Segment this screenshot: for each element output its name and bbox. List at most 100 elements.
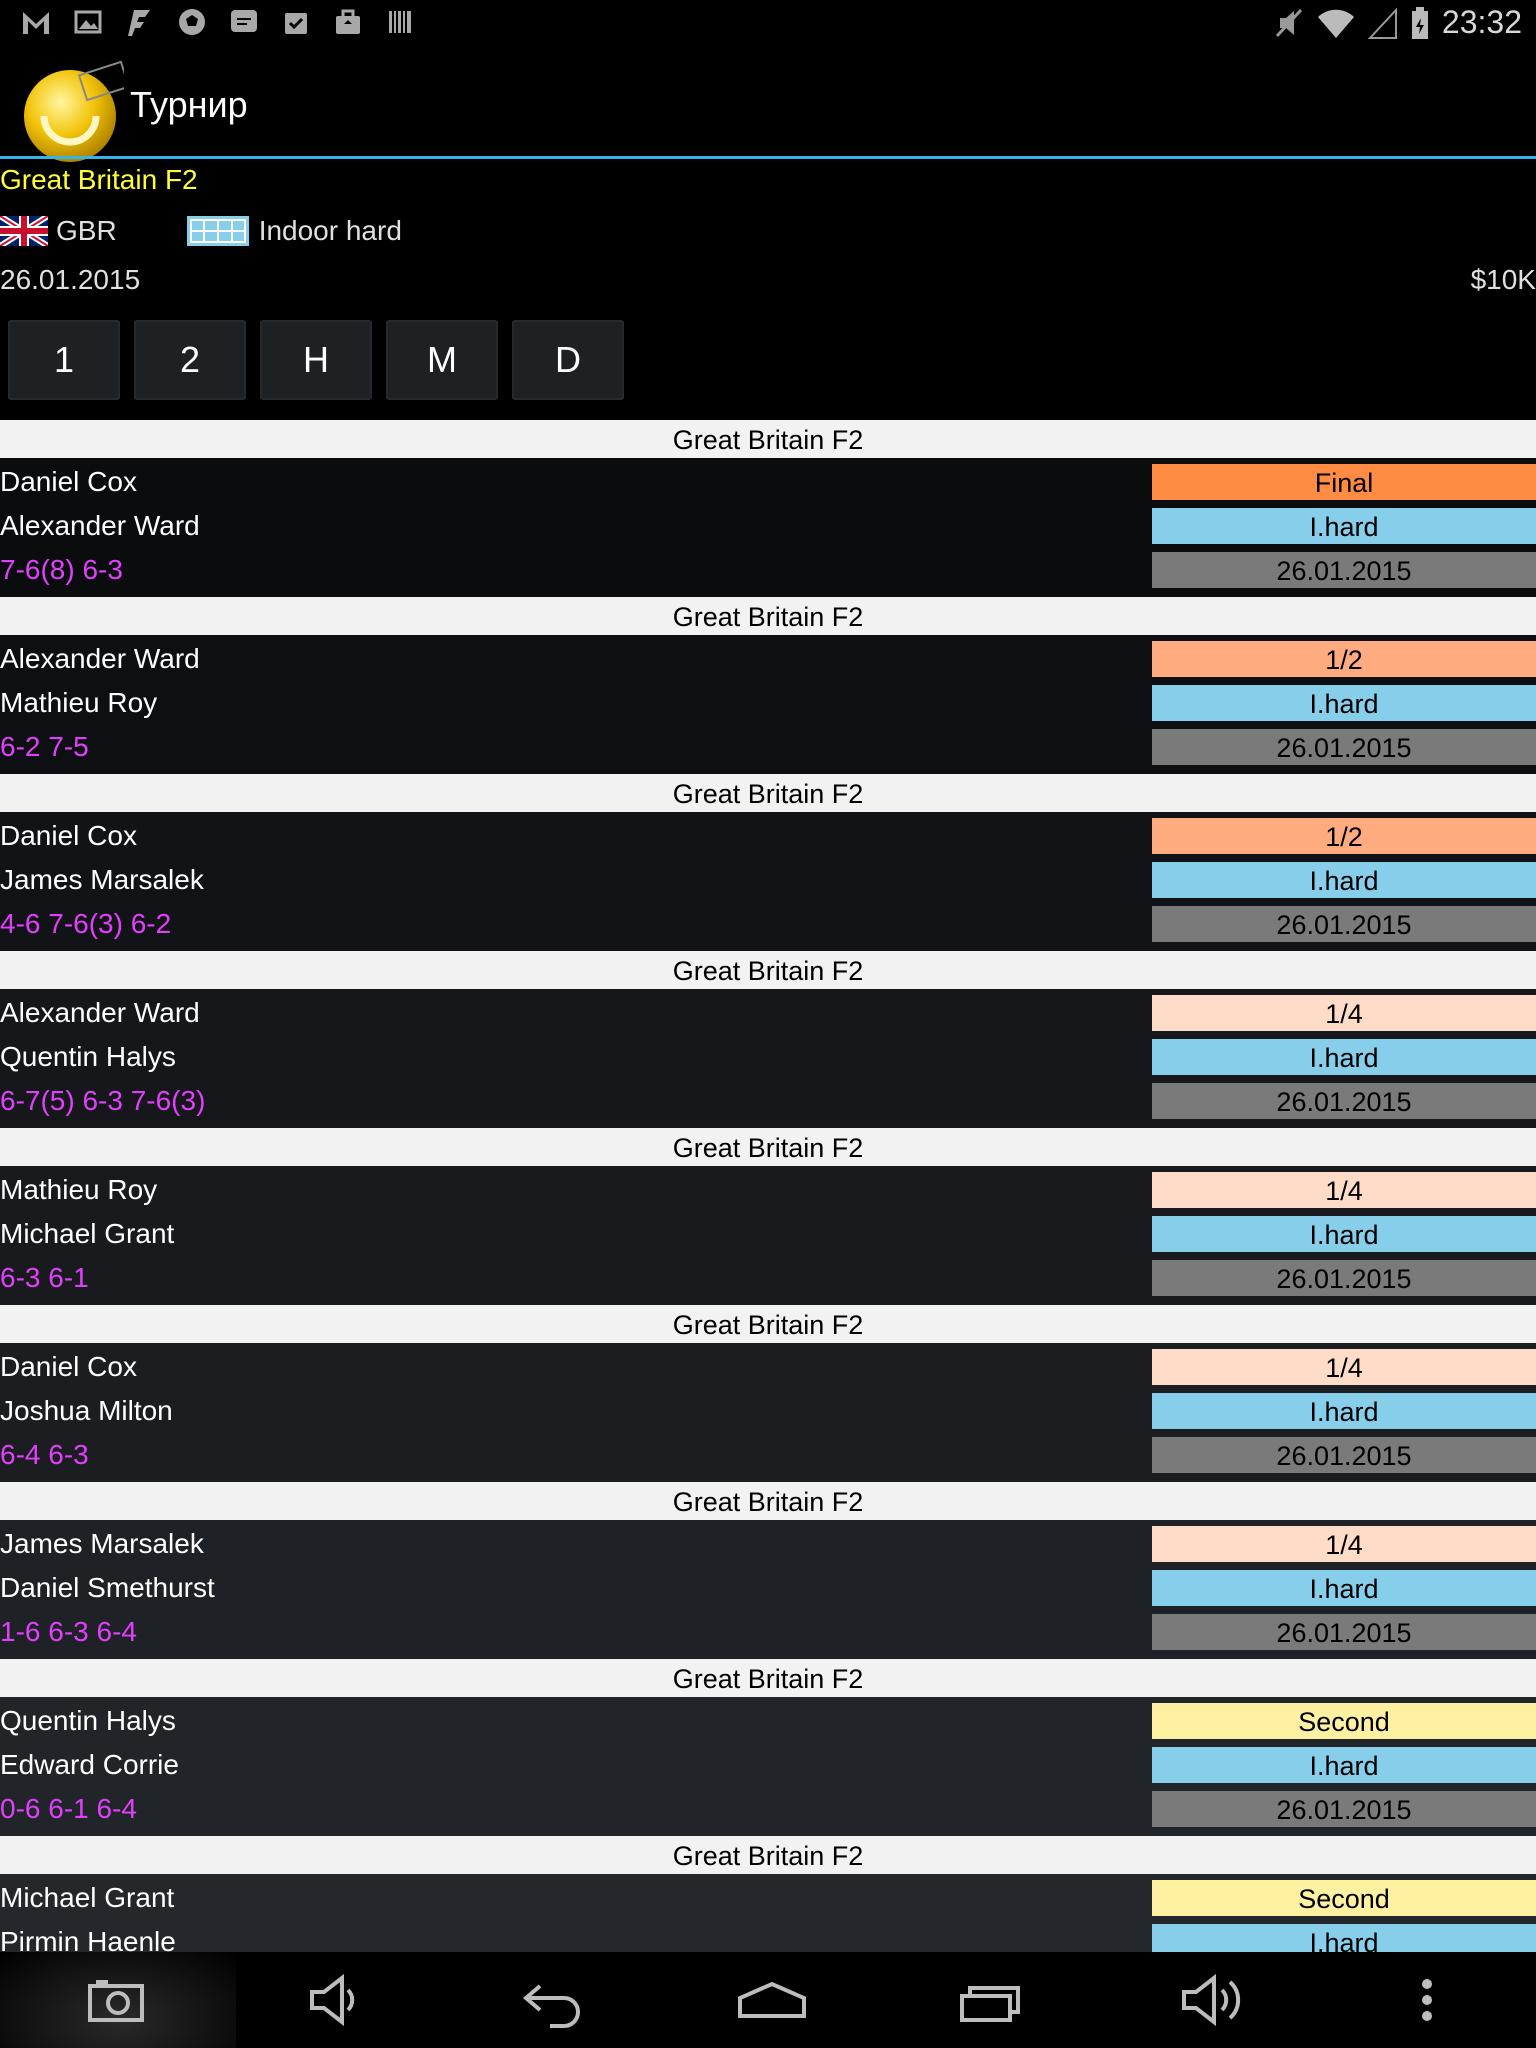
filter-button-m[interactable]: M xyxy=(386,320,498,400)
match-tournament-header: Great Britain F2 xyxy=(0,951,1536,989)
system-icons: 23:32 xyxy=(1274,4,1522,41)
notification-icons xyxy=(20,6,416,38)
soccer-icon xyxy=(179,9,205,35)
back-icon[interactable] xyxy=(520,1972,584,2028)
round-badge: Final xyxy=(1152,464,1536,500)
navigation-bar xyxy=(0,1952,1536,2048)
match-date-badge: 26.01.2015 xyxy=(1152,1791,1536,1827)
clipboard-check-icon xyxy=(285,13,307,34)
match-date-badge: 26.01.2015 xyxy=(1152,1437,1536,1473)
player-2-name: James Marsalek xyxy=(0,864,204,895)
match-list[interactable]: Great Britain F2 Daniel Cox Alexander Ward… xyxy=(0,420,1536,1952)
filter-button-2[interactable]: 2 xyxy=(134,320,246,400)
tournament-date: 26.01.2015 xyxy=(0,264,141,295)
portal-logo[interactable] xyxy=(14,56,124,166)
menu-icon[interactable] xyxy=(1420,1972,1434,2028)
clock: 23:32 xyxy=(1441,4,1522,40)
match-score: 6-2 7-5 xyxy=(0,731,89,762)
match-tournament-header: Great Britain F2 xyxy=(0,597,1536,635)
match-row[interactable]: Great Britain F2 Alexander Ward Mathieu Ro… xyxy=(0,597,1536,774)
match-tournament-header: Great Britain F2 xyxy=(0,1482,1536,1520)
match-score: 6-4 6-3 xyxy=(0,1439,89,1470)
surface-badge: I.hard xyxy=(1152,685,1536,721)
match-body: Daniel Cox Alexander Ward 7-6(8) 6-3 Final I… xyxy=(0,458,1536,597)
surface-badge: I.hard xyxy=(1152,1393,1536,1429)
home-icon[interactable] xyxy=(736,1972,808,2028)
player-1-name: Alexander Ward xyxy=(0,643,200,674)
gallery-icon xyxy=(74,10,102,34)
mute-icon xyxy=(1275,8,1303,37)
accent-divider xyxy=(0,156,1536,159)
match-row[interactable]: Great Britain F2 Michael Grant Pirmin Haen… xyxy=(0,1836,1536,1952)
player-1-name: Daniel Cox xyxy=(0,820,137,851)
tournament-name: Great Britain F2 xyxy=(0,164,198,195)
barcode-icon xyxy=(389,11,411,33)
round-badge: 1/4 xyxy=(1152,995,1536,1031)
surface-badge: I.hard xyxy=(1152,1924,1536,1952)
match-date-badge: 26.01.2015 xyxy=(1152,1083,1536,1119)
indoor-court-icon xyxy=(186,216,249,246)
player-1-name: Alexander Ward xyxy=(0,997,200,1028)
wifi-icon xyxy=(1317,9,1354,38)
match-tournament-header: Great Britain F2 xyxy=(0,1836,1536,1874)
status-bar: 23:32 xyxy=(0,0,1536,50)
tournament-info: GBR Indoor hard xyxy=(0,212,402,250)
match-date-badge: 26.01.2015 xyxy=(1152,1260,1536,1296)
filter-button-d[interactable]: D xyxy=(512,320,624,400)
country-code: GBR xyxy=(56,215,117,246)
filter-button-1[interactable]: 1 xyxy=(8,320,120,400)
player-1-name: Michael Grant xyxy=(0,1882,175,1913)
surface-badge: I.hard xyxy=(1152,1039,1536,1075)
player-2-name: Quentin Halys xyxy=(0,1041,176,1072)
player-1-name: James Marsalek xyxy=(0,1528,204,1559)
match-row[interactable]: Great Britain F2 Quentin Halys Edward Corr… xyxy=(0,1659,1536,1836)
surface-label: Indoor hard xyxy=(258,215,402,246)
match-body: Alexander Ward Quentin Halys 6-7(5) 6-3 7-… xyxy=(0,989,1536,1128)
player-1-name: Mathieu Roy xyxy=(0,1174,158,1205)
uk-flag-icon xyxy=(0,216,48,246)
match-tournament-header: Great Britain F2 xyxy=(0,1659,1536,1697)
match-row[interactable]: Great Britain F2 Mathieu Roy Michael Grant… xyxy=(0,1128,1536,1305)
round-badge: 1/2 xyxy=(1152,818,1536,854)
gmail-icon xyxy=(23,12,49,34)
match-body: Daniel Cox Joshua Milton 6-4 6-3 1/4 I.hard 2… xyxy=(0,1343,1536,1482)
bag-icon xyxy=(336,9,360,34)
recents-icon[interactable] xyxy=(958,1972,1024,2028)
round-badge: Second xyxy=(1152,1703,1536,1739)
surface-badge: I.hard xyxy=(1152,1216,1536,1252)
match-row[interactable]: Great Britain F2 Daniel Cox Alexander Ward… xyxy=(0,420,1536,597)
match-date-badge: 26.01.2015 xyxy=(1152,552,1536,588)
match-body: Michael Grant Pirmin Haenle Second I.hard xyxy=(0,1874,1536,1952)
surface-badge: I.hard xyxy=(1152,862,1536,898)
surface-badge: I.hard xyxy=(1152,1747,1536,1783)
match-row[interactable]: Great Britain F2 James Marsalek Daniel Sme… xyxy=(0,1482,1536,1659)
match-date-badge: 26.01.2015 xyxy=(1152,1614,1536,1650)
match-row[interactable]: Great Britain F2 Daniel Cox Joshua Milton 6… xyxy=(0,1305,1536,1482)
volume-up-icon[interactable] xyxy=(1180,1972,1248,2028)
page-title: Турнир xyxy=(130,84,248,125)
battery-icon xyxy=(1411,6,1428,39)
player-2-name: Mathieu Roy xyxy=(0,687,158,718)
match-score: 1-6 6-3 6-4 xyxy=(0,1616,137,1647)
flipboard-icon xyxy=(128,10,150,36)
match-score: 6-7(5) 6-3 7-6(3) xyxy=(0,1085,206,1116)
match-tournament-header: Great Britain F2 xyxy=(0,420,1536,458)
surface-badge: I.hard xyxy=(1152,1570,1536,1606)
round-badge: 1/2 xyxy=(1152,641,1536,677)
match-date-badge: 26.01.2015 xyxy=(1152,729,1536,765)
volume-down-icon[interactable] xyxy=(306,1972,362,2028)
action-bar: Турнир xyxy=(0,50,1536,162)
match-body: Mathieu Roy Michael Grant 6-3 6-1 1/4 I.hard… xyxy=(0,1166,1536,1305)
surface-badge: I.hard xyxy=(1152,508,1536,544)
match-body: Alexander Ward Mathieu Roy 6-2 7-5 1/2 I.har… xyxy=(0,635,1536,774)
match-score: 4-6 7-6(3) 6-2 xyxy=(0,908,172,939)
match-row[interactable]: Great Britain F2 Daniel Cox James Marsalek… xyxy=(0,774,1536,951)
player-2-name: Pirmin Haenle xyxy=(0,1926,176,1952)
match-tournament-header: Great Britain F2 xyxy=(0,774,1536,812)
prize-money: $10K xyxy=(1470,264,1536,295)
chat-icon xyxy=(231,10,257,32)
filter-button-h[interactable]: H xyxy=(260,320,372,400)
match-body: James Marsalek Daniel Smethurst 1-6 6-3 6-… xyxy=(0,1520,1536,1659)
screenshot-icon[interactable] xyxy=(86,1972,146,2028)
match-row[interactable]: Great Britain F2 Alexander Ward Quentin Ha… xyxy=(0,951,1536,1128)
